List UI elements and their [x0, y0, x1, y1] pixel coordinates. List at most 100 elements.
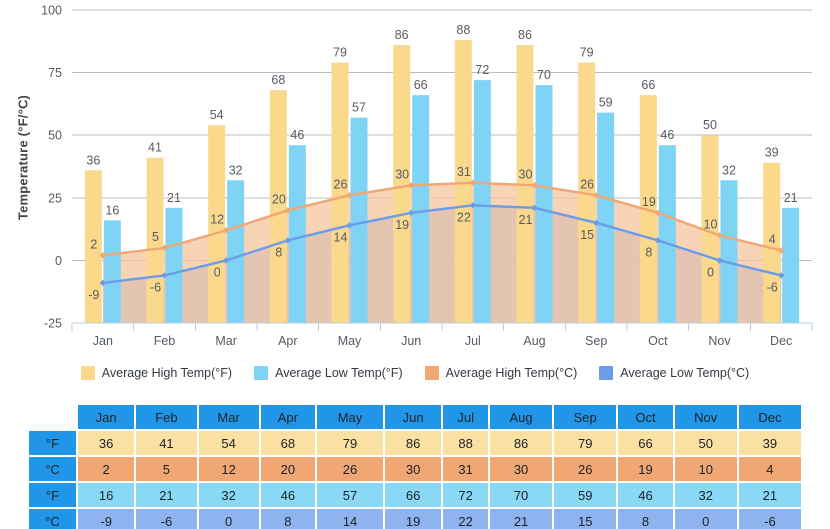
bar-high-temp-f[interactable] [269, 90, 287, 324]
table-row-unit-label: °C [29, 457, 76, 481]
table-cell: 57 [317, 483, 383, 507]
line-label-high-c: 19 [642, 195, 656, 209]
bar-label-low-f: 46 [660, 128, 674, 142]
table-cell: 0 [198, 509, 259, 529]
x-axis-tick-label: Mar [215, 334, 237, 348]
table-column-header-jun: Jun [385, 405, 442, 429]
table-row: °C -9 -6 0 8 14 19 22 21 15 8 0 -6 [29, 509, 801, 529]
table-column-header-aug: Aug [489, 405, 553, 429]
bar-low-temp-f[interactable] [535, 85, 553, 324]
line-label-low-c: 15 [580, 228, 594, 242]
table-row-unit-label: °F [29, 431, 76, 455]
line-label-high-c: 30 [395, 167, 409, 181]
bar-label-low-f: 32 [229, 163, 243, 177]
bar-label-low-f: 57 [352, 101, 366, 115]
bar-high-temp-f[interactable] [454, 40, 472, 323]
legend-item-0[interactable]: Average High Temp(°F) [80, 366, 233, 380]
table-cell: 46 [618, 483, 673, 507]
legend-item-1[interactable]: Average Low Temp(°F) [254, 366, 403, 380]
line-label-low-c: 0 [707, 265, 714, 279]
bar-low-temp-f[interactable] [350, 117, 368, 323]
bar-low-temp-f[interactable] [473, 80, 491, 323]
line-label-high-c: 5 [152, 230, 159, 244]
line-label-low-c: 0 [214, 265, 221, 279]
bar-label-low-f: 72 [475, 63, 489, 77]
table-cell: 10 [674, 457, 737, 481]
legend-label: Average Low Temp(°F) [275, 366, 403, 380]
table-cell: -6 [136, 509, 197, 529]
table-cell: 86 [489, 431, 553, 455]
bar-high-temp-f[interactable] [331, 62, 349, 324]
bar-low-temp-f[interactable] [782, 207, 800, 323]
table-cell: 59 [554, 483, 617, 507]
line-label-low-c: 21 [519, 213, 533, 227]
bar-label-low-f: 66 [414, 78, 428, 92]
table-cell: 14 [317, 509, 383, 529]
table-column-header-feb: Feb [136, 405, 197, 429]
line-label-high-c: 10 [704, 217, 718, 231]
table-cell: 72 [443, 483, 488, 507]
bar-low-temp-f[interactable] [597, 112, 615, 323]
bar-low-temp-f[interactable] [412, 95, 430, 323]
legend-swatch-icon [424, 366, 439, 380]
bar-label-low-f: 59 [599, 96, 613, 110]
line-label-low-c: 8 [645, 245, 652, 259]
table-cell: 0 [674, 509, 737, 529]
bar-label-high-f: 39 [765, 146, 779, 160]
bar-low-temp-f[interactable] [165, 207, 183, 323]
table-cell: 79 [317, 431, 383, 455]
table-column-header-mar: Mar [198, 405, 259, 429]
bar-low-temp-f[interactable] [227, 180, 245, 323]
legend-label: Average High Temp(°C) [445, 366, 578, 380]
legend-item-2[interactable]: Average High Temp(°C) [424, 366, 578, 380]
table-body: °F 36 41 54 68 79 86 88 86 79 66 50 39 °C 2 5 12 20 26 30 31… [29, 431, 801, 529]
y-axis-tick-label: 100 [41, 4, 62, 18]
bar-label-low-f: 46 [290, 128, 304, 142]
table-cell: 70 [489, 483, 553, 507]
table-cell: 54 [198, 431, 259, 455]
y-axis-tick-label: 75 [48, 66, 62, 80]
x-axis-tick-label: Apr [278, 334, 297, 348]
bar-high-temp-f[interactable] [393, 45, 411, 323]
y-axis-tick-label: -25 [44, 317, 62, 331]
x-axis-tick-label: Jul [465, 334, 481, 348]
table-cell: 26 [554, 457, 617, 481]
table-cell: -6 [738, 509, 801, 529]
table-cell: 88 [443, 431, 488, 455]
legend-item-3[interactable]: Average Low Temp(°C) [599, 366, 749, 380]
y-axis-tick-label: 0 [55, 254, 62, 268]
bar-low-temp-f[interactable] [103, 220, 121, 323]
bar-label-high-f: 50 [703, 118, 717, 132]
table-header-row: Jan Feb Mar Apr May Jun Jul Aug Sep Oct Nov Dec [29, 405, 801, 429]
table-cell: 26 [317, 457, 383, 481]
table-cell: 12 [198, 457, 259, 481]
bar-low-temp-f[interactable] [720, 180, 738, 323]
legend-label: Average High Temp(°F) [101, 366, 233, 380]
bar-label-low-f: 21 [167, 191, 181, 205]
table-cell: 39 [738, 431, 801, 455]
bar-low-temp-f[interactable] [658, 145, 676, 323]
bar-label-high-f: 66 [641, 78, 655, 92]
x-axis-tick-label: May [338, 334, 362, 348]
table-cell: 32 [674, 483, 737, 507]
temperature-chart: Temperature (°F/°C) -25 0 25 50 75 100 36 41 54 6… [0, 0, 830, 360]
table-column-header-dec: Dec [738, 405, 801, 429]
bar-low-temp-f[interactable] [288, 145, 306, 323]
bar-label-low-f: 21 [784, 191, 798, 205]
table-cell: 16 [78, 483, 135, 507]
bar-label-low-f: 16 [105, 203, 119, 217]
line-label-low-c: 8 [275, 245, 282, 259]
table-cell: 79 [554, 431, 617, 455]
table-row-unit-label: °F [29, 483, 76, 507]
legend-swatch-icon [254, 366, 269, 380]
table-column-header-jan: Jan [78, 405, 135, 429]
table-cell: 36 [78, 431, 135, 455]
table-row-unit-label: °C [29, 509, 76, 529]
table-head: Jan Feb Mar Apr May Jun Jul Aug Sep Oct Nov Dec [29, 405, 801, 429]
table-cell: 8 [618, 509, 673, 529]
chart-canvas: -250255075100364154687986 88 8679665039162… [41, 4, 813, 348]
table-cell: 5 [136, 457, 197, 481]
bar-label-high-f: 54 [210, 108, 224, 122]
x-axis-tick-label: Jun [401, 334, 421, 348]
table-column-header-apr: Apr [260, 405, 316, 429]
